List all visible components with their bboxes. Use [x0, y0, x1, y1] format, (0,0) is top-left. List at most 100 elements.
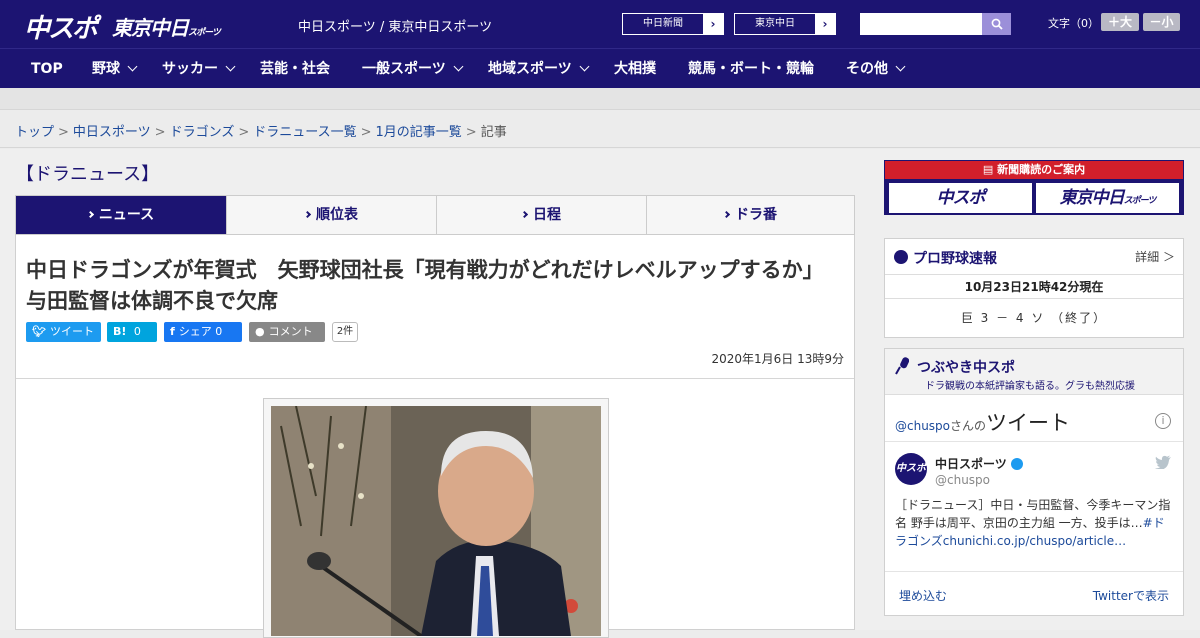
chevron-down-icon [127, 61, 138, 72]
chevron-down-icon [453, 61, 464, 72]
tab-news[interactable]: ニュース [16, 196, 227, 234]
speaker-photo-illustration [271, 406, 601, 636]
tweet-author-name[interactable]: 中日スポーツ [935, 455, 1023, 472]
breadcrumb-link-dragons[interactable]: ドラゴンズ [170, 125, 235, 140]
chuspo-subscribe-logo: 中スポ [889, 183, 1032, 213]
article-photo-frame [263, 398, 609, 638]
news-tabs: ニュース 順位表 日程 ドラ番 [15, 195, 855, 235]
nav-label: 地域スポーツ [488, 61, 572, 77]
tweet-label: ツイート [49, 325, 94, 338]
nav-label: TOP [31, 61, 63, 77]
tokyo-chunichi-logo[interactable]: 東京中日スポーツ [112, 12, 221, 41]
nav-item-sumo[interactable]: 大相撲 [614, 49, 656, 89]
baseball-score[interactable]: 巨 3 － 4 ソ （終了） [885, 299, 1183, 337]
breadcrumb-separator: > [465, 125, 477, 140]
tab-label: ドラ番 [735, 207, 777, 223]
subscribe-title-text: 新聞購読のご案内 [997, 163, 1086, 176]
chevron-right-icon: › [703, 14, 723, 34]
hatena-icon: B! [113, 325, 127, 338]
nav-item-baseball[interactable]: 野球 [92, 49, 138, 89]
chuspo-logo[interactable]: 中スポ [24, 8, 98, 45]
info-icon[interactable]: i [1155, 413, 1171, 429]
breadcrumb-link-doranews[interactable]: ドラニュース一覧 [253, 125, 356, 140]
chunichi-shimbun-link[interactable]: 中日新聞 › [622, 13, 724, 35]
microphone-icon [895, 357, 909, 375]
baseball-widget-header: プロ野球速報 詳細 ＞ [885, 239, 1183, 275]
breadcrumb-current: 記事 [480, 125, 507, 140]
tweet-text[interactable]: ［ドラニュース］中日・与田監督、今季キーマン指名 野手は周平、京田の主力組 一方… [895, 496, 1175, 550]
nav-label: サッカー [162, 61, 218, 77]
breadcrumb-link-january[interactable]: 1月の記事一覧 [376, 125, 462, 140]
tab-schedule[interactable]: 日程 [437, 196, 647, 234]
comment-button[interactable]: ● コメント [249, 322, 325, 342]
nav-label: 芸能・社会 [260, 61, 330, 77]
tokyo-chunichi-link[interactable]: 東京中日 › [734, 13, 836, 35]
nav-label: 一般スポーツ [362, 61, 446, 77]
nav-item-general-sports[interactable]: 一般スポーツ [362, 49, 464, 89]
twitter-bird-icon[interactable] [1155, 455, 1171, 469]
facebook-share-button[interactable]: f シェア 0 [164, 322, 242, 342]
ext-link-label: 東京中日 [755, 18, 795, 29]
hatena-bookmark-button[interactable]: B! 0 [107, 322, 157, 342]
view-on-twitter-link[interactable]: Twitterで表示 [1093, 587, 1169, 604]
tab-label: 順位表 [316, 207, 358, 223]
twitter-widget-subtitle: ドラ観戦の本紙評論家も語る。グラも熱烈応援 [925, 381, 1135, 392]
breadcrumb-separator: > [154, 125, 166, 140]
nav-item-other[interactable]: その他 [846, 49, 906, 89]
nav-item-entertainment[interactable]: 芸能・社会 [260, 49, 330, 89]
baseball-widget-title: プロ野球速報 [913, 251, 997, 267]
tokyo-logo-small: スポーツ [188, 28, 221, 38]
chevron-down-icon [895, 61, 906, 72]
nav-label: 競馬・ボート・競輪 [688, 61, 814, 77]
baseball-scoreboard-widget: プロ野球速報 詳細 ＞ 10月23日21時42分現在 巨 3 － 4 ソ （終了… [884, 238, 1184, 338]
chevron-right-icon: › [815, 14, 835, 34]
baseball-detail-link[interactable]: 詳細 ＞ [1135, 248, 1175, 265]
tweet-button[interactable]: 🐦︎ ツイート [26, 322, 101, 342]
font-larger-button[interactable]: ＋大 [1101, 13, 1139, 31]
chevron-right-icon [520, 210, 529, 219]
account-link[interactable]: @chuspo [895, 419, 950, 433]
subscribe-banner[interactable]: ▤ 新聞購読のご案内 中スポ 東京中日スポーツ [884, 160, 1184, 215]
nav-label: 大相撲 [614, 61, 656, 77]
nav-item-racing[interactable]: 競馬・ボート・競輪 [688, 49, 814, 89]
embed-link[interactable]: 埋め込む [899, 587, 947, 604]
tab-reporter[interactable]: ドラ番 [647, 196, 854, 234]
comment-count: 2件 [332, 322, 358, 342]
verified-icon [1010, 458, 1023, 470]
nav-item-top[interactable]: TOP [31, 49, 63, 89]
article-divider [16, 378, 854, 379]
tweet-body: ［ドラニュース］中日・与田監督、今季キーマン指名 野手は周平、京田の主力組 一方… [895, 498, 1171, 530]
nav-item-soccer[interactable]: サッカー [162, 49, 236, 89]
font-size-label: 文字（0） [1048, 17, 1099, 30]
breadcrumb-link-chuspo[interactable]: 中日スポーツ [73, 125, 151, 140]
subscribe-logo-right: 東京中日 [1059, 188, 1125, 208]
subscribe-logo-right-small: スポーツ [1123, 196, 1157, 206]
tokyo-logo-text: 東京中日 [112, 16, 189, 40]
search-input[interactable] [860, 13, 982, 35]
site-name: 中日スポーツ / 東京中日スポーツ [298, 20, 493, 35]
top-header: 中スポ 東京中日スポーツ 中日スポーツ / 東京中日スポーツ 中日新聞 › 東京… [0, 0, 1200, 48]
baseball-icon [894, 250, 908, 264]
article-date: 2020年1月6日 13時9分 [711, 352, 844, 366]
article-headline: 中日ドラゴンズが年賀式 矢野球団社長「現有戦力がどれだけレベルアップするか」 与… [26, 258, 835, 313]
nav-item-regional-sports[interactable]: 地域スポーツ [488, 49, 590, 89]
tweets-word: ツイート [986, 411, 1071, 435]
twitter-widget-header: つぶやき中スポ ドラ観戦の本紙評論家も語る。グラも熱烈応援 [885, 349, 1183, 395]
account-suffix: さんの [950, 419, 987, 433]
article-photo[interactable] [271, 406, 601, 636]
header-spacer [0, 88, 1200, 110]
facebook-label: シェア [178, 325, 212, 338]
breadcrumb-link-top[interactable]: トップ [15, 125, 54, 140]
article-card: 中日ドラゴンズが年賀式 矢野球団社長「現有戦力がどれだけレベルアップするか」 与… [15, 235, 855, 638]
search-button[interactable] [982, 13, 1011, 35]
tab-standings[interactable]: 順位表 [227, 196, 437, 234]
font-smaller-button[interactable]: －小 [1143, 13, 1180, 31]
facebook-icon: f [170, 325, 175, 338]
twitter-widget-title: つぶやき中スポ [917, 360, 1015, 376]
chevron-right-icon [722, 210, 731, 219]
avatar[interactable]: 中スポ [895, 453, 927, 485]
chevron-down-icon [225, 61, 236, 72]
main-nav: TOP 野球 サッカー 芸能・社会 一般スポーツ 地域スポーツ 大相撲 競馬・ボ… [0, 48, 1200, 88]
tab-label: ニュース [98, 207, 155, 223]
tweet-author-handle[interactable]: @chuspo [935, 473, 990, 487]
